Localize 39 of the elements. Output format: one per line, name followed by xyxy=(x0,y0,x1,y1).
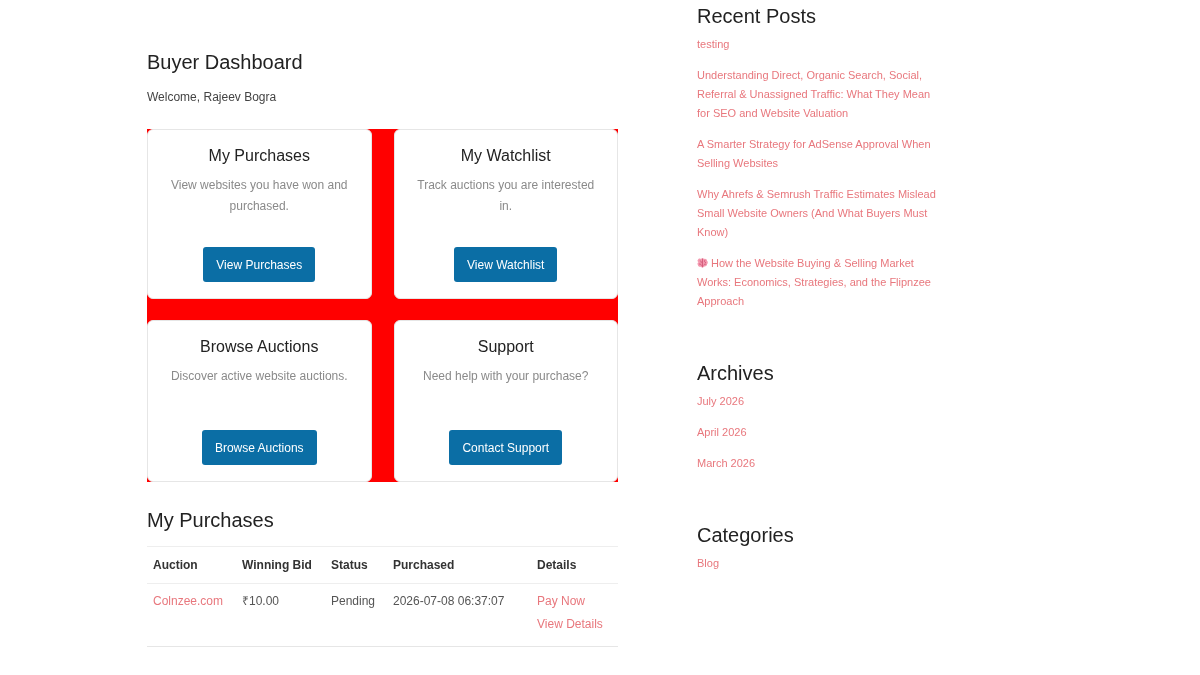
table-link[interactable]: View Details xyxy=(537,615,603,634)
action-button[interactable]: View Watchlist xyxy=(454,247,558,282)
column-header: Status xyxy=(325,546,387,584)
table-cell: ₹10.00 xyxy=(236,583,325,647)
card-description: Discover active website auctions. xyxy=(170,368,348,385)
action-button[interactable]: View Purchases xyxy=(203,247,316,282)
sidebar-link[interactable]: Understanding Direct, Organic Search, Social, Referral & Unassigned Traffic: What They Mean for SEO and Website Valuation xyxy=(697,66,937,123)
column-header: Purchased xyxy=(387,546,531,584)
card-description: View websites you have won and purchased. xyxy=(169,177,349,215)
table-cell: Pending xyxy=(325,583,387,647)
card-title: Browse Auctions xyxy=(200,337,319,357)
action-button[interactable]: Contact Support xyxy=(449,430,563,465)
widget-title: Categories xyxy=(697,523,795,547)
column-header: Auction xyxy=(147,546,236,584)
sidebar-link[interactable]: Blog xyxy=(697,554,937,573)
card-title: My Purchases xyxy=(208,146,310,166)
card-title: Support xyxy=(477,337,534,357)
section-title: My Purchases xyxy=(147,508,274,532)
table-link[interactable]: Pay Now xyxy=(537,592,586,611)
brain-icon xyxy=(697,258,708,268)
table-cell: 2026-07-08 06:37:07 xyxy=(387,583,531,647)
action-button[interactable]: Browse Auctions xyxy=(201,430,317,465)
sidebar-link[interactable]: April 2026 xyxy=(697,423,937,442)
welcome-text: Welcome, Rajeev Bogra xyxy=(147,89,277,106)
sidebar-link[interactable]: How the Website Buying & Selling Market Works: Economics, Strategies, and the Flipnzee Approach xyxy=(697,254,937,311)
widget-title: Archives xyxy=(697,361,775,385)
sidebar-link[interactable]: A Smarter Strategy for AdSense Approval When Selling Websites xyxy=(697,135,937,173)
column-header: Winning Bid xyxy=(236,546,325,584)
sidebar-link[interactable]: Why Ahrefs & Semrush Traffic Estimates Mislead Small Website Owners (And What Buyers Must Know) xyxy=(697,185,937,242)
page-title: Buyer Dashboard xyxy=(147,50,303,74)
card-description: Need help with your purchase? xyxy=(423,368,589,385)
card-description: Track auctions you are interested in. xyxy=(416,177,596,215)
table-link[interactable]: Colnzee.com xyxy=(153,594,224,608)
sidebar-link[interactable]: testing xyxy=(697,35,937,54)
card-title: My Watchlist xyxy=(460,146,551,166)
column-header: Details xyxy=(531,546,618,584)
sidebar-link[interactable]: March 2026 xyxy=(697,454,937,473)
widget-title: Recent Posts xyxy=(697,4,817,28)
sidebar-link[interactable]: July 2026 xyxy=(697,392,937,411)
